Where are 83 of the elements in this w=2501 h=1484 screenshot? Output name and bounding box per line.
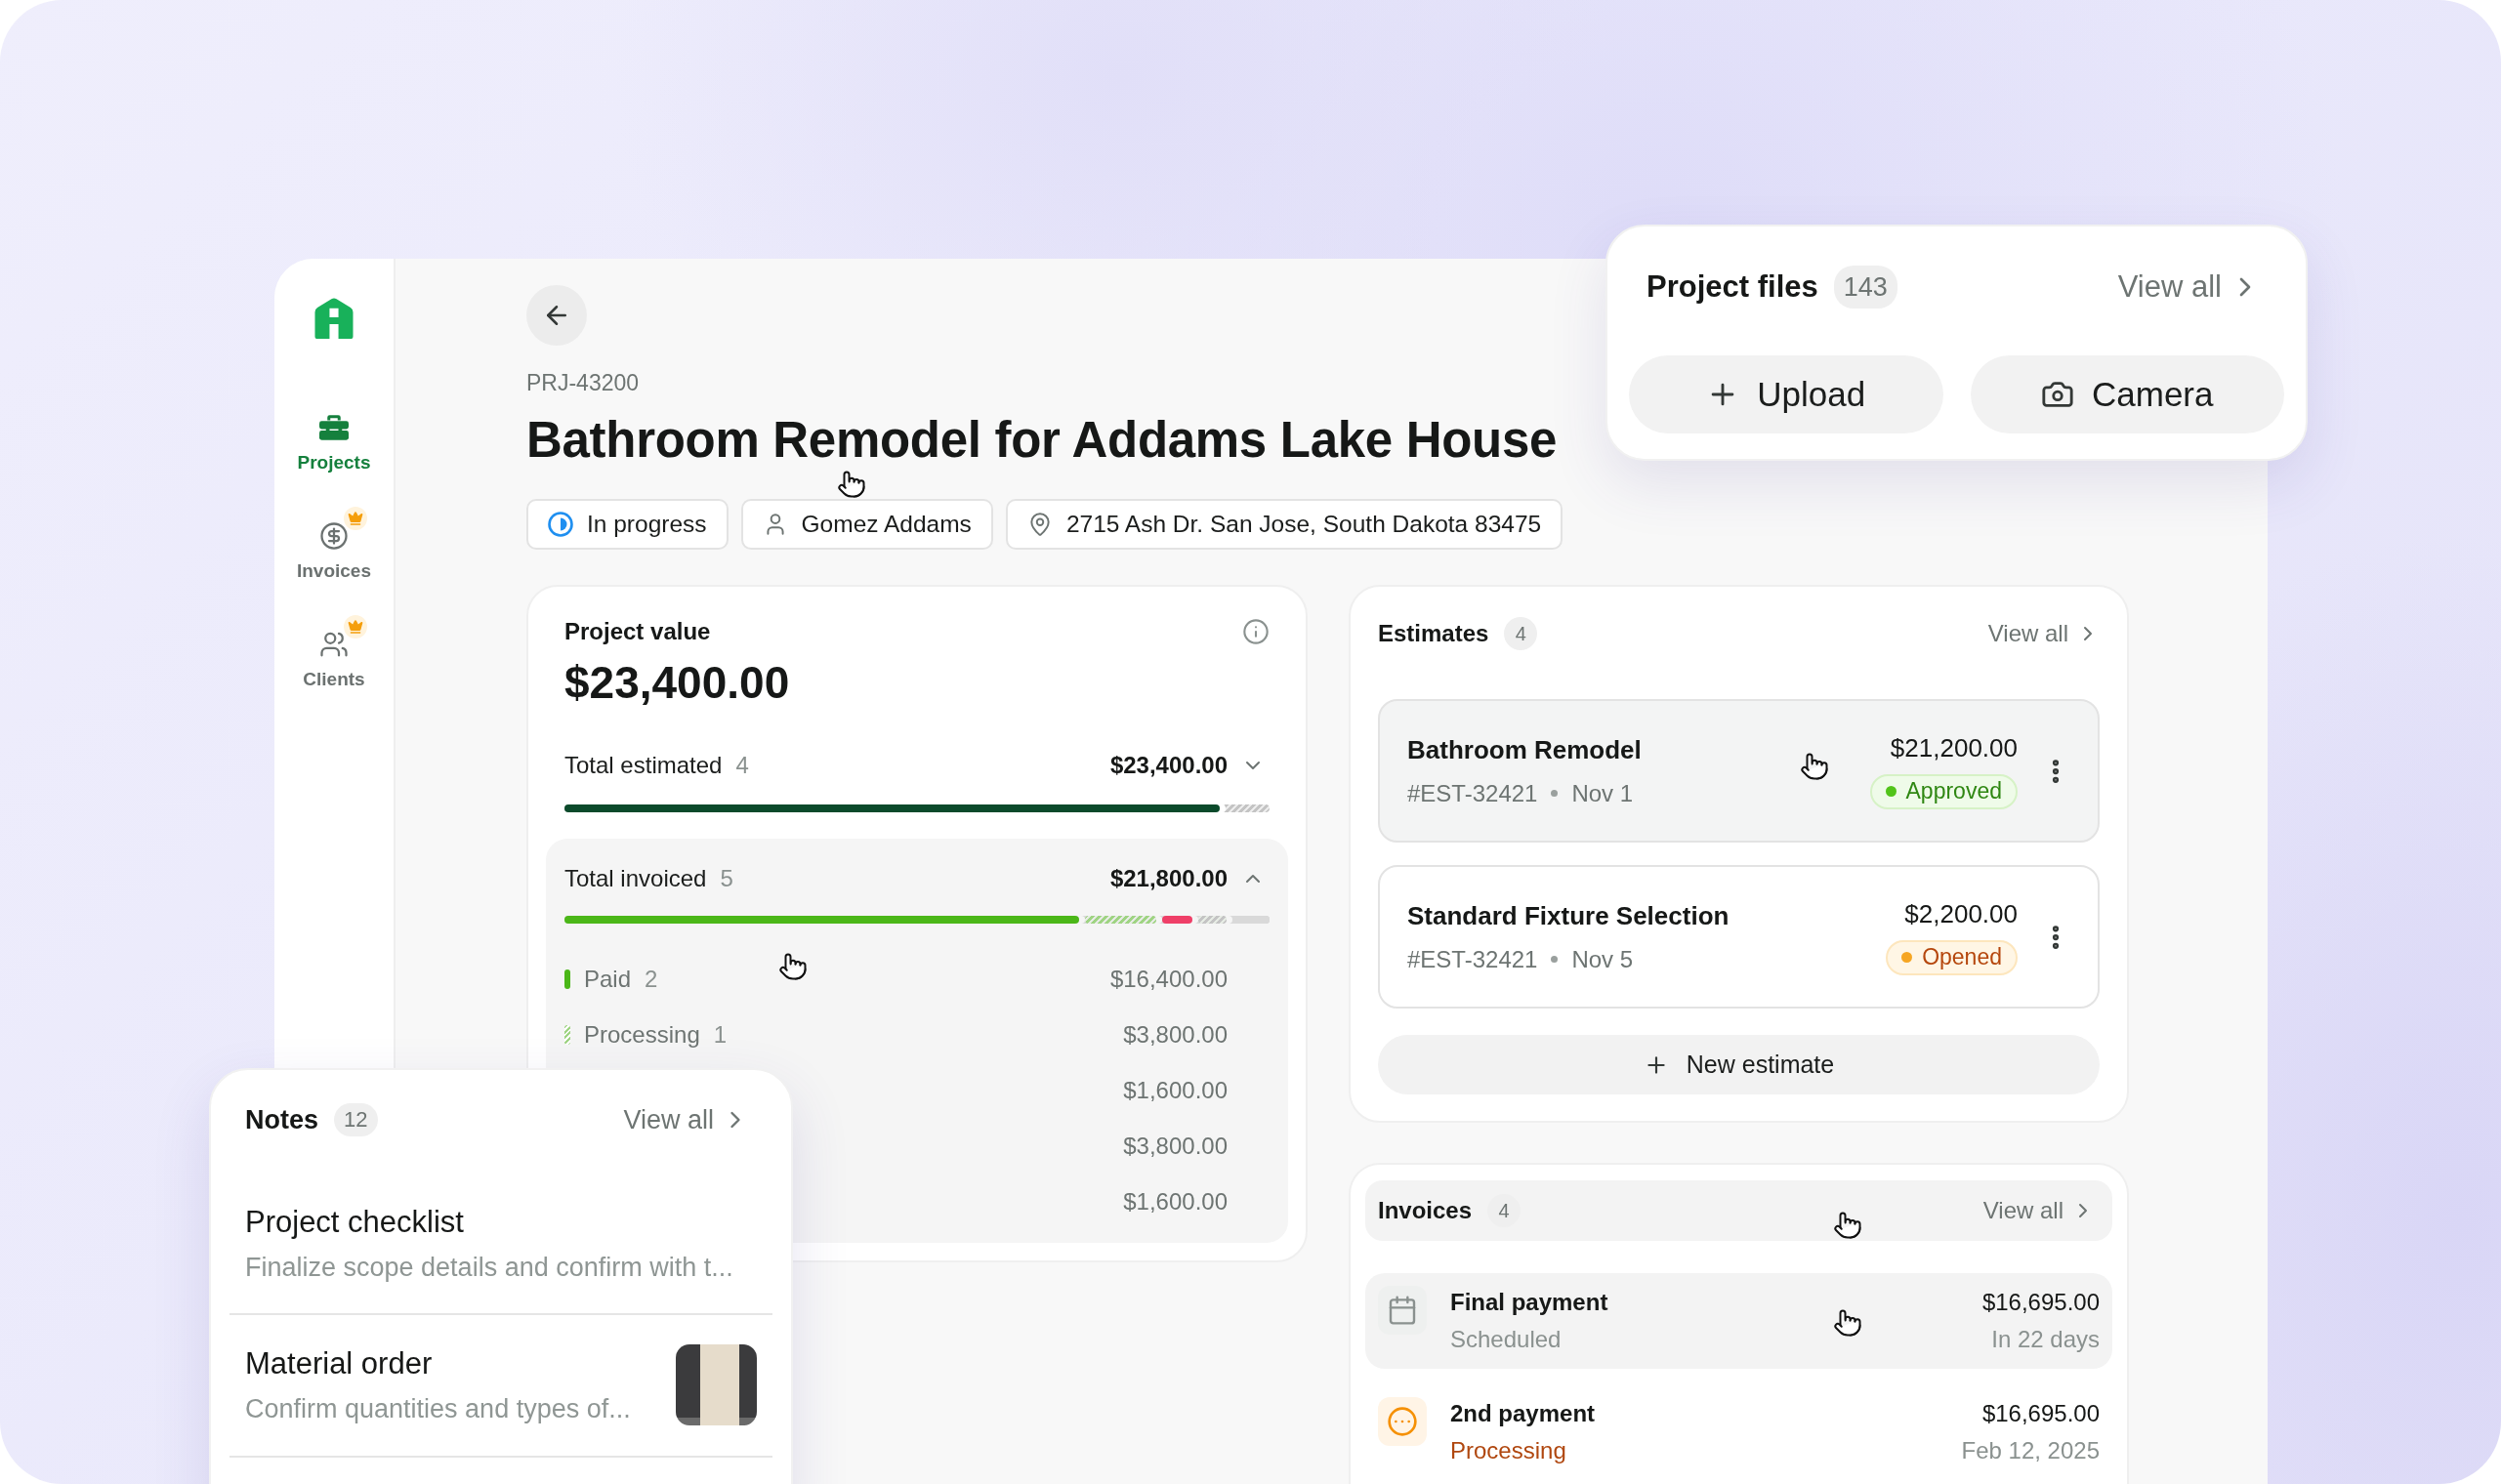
hand-cursor-icon	[1800, 752, 1829, 781]
section-amount: $23,400.00	[1109, 751, 1228, 780]
invoice-amount: $16,695.00	[1981, 1288, 2100, 1317]
estimate-amount: $2,200.00	[1904, 898, 2018, 928]
calendar-icon	[1378, 1286, 1427, 1335]
note-title: Project checklist	[245, 1204, 464, 1241]
invoice-status: Processing	[1450, 1436, 1566, 1465]
note-item[interactable]: Material order Confirm quantities and types of...	[229, 1315, 772, 1458]
note-text: Confirm quantities and types of...	[245, 1393, 631, 1424]
estimate-number: #EST-32421	[1407, 944, 1538, 974]
card-title: Notes	[245, 1105, 318, 1134]
legend-amount: $1,600.00	[1123, 1076, 1228, 1105]
view-all-link[interactable]: View all	[1987, 620, 2100, 647]
legend-amount: $3,800.00	[1123, 1020, 1228, 1050]
legend-amount: $1,600.00	[1123, 1187, 1228, 1216]
legend-label: Paid	[584, 966, 632, 993]
section-label: Total estimated	[564, 751, 723, 780]
hand-cursor-icon	[778, 952, 808, 981]
count-badge: 4	[1487, 1194, 1521, 1227]
estimate-amount: $21,200.00	[1890, 732, 2018, 763]
count-badge: 12	[334, 1103, 378, 1136]
sidebar-item[interactable]: Clients	[295, 615, 373, 690]
invoice-row[interactable]: Final payment Scheduled $16,695.00 In 22 days	[1365, 1273, 2112, 1369]
invoice-date: In 22 days	[1991, 1325, 2100, 1354]
legend-count: 2	[645, 965, 658, 994]
section-count: 5	[720, 864, 733, 893]
dot-separator-icon	[1551, 790, 1559, 797]
toolbox-icon	[319, 413, 349, 442]
note-title: Material order	[245, 1345, 433, 1382]
legend-amount: $16,400.00	[1109, 965, 1228, 994]
view-all-link[interactable]: View all	[623, 1104, 749, 1135]
chip-label: 2715 Ash Dr. San Jose, South Dakota 83475	[1065, 511, 1542, 538]
card-title: Project value	[564, 617, 711, 646]
note-item[interactable]: Project checklist Finalize scope details and confirm with t...	[229, 1175, 772, 1315]
project-id: PRJ-43200	[526, 369, 640, 396]
upload-button[interactable]: Upload	[1629, 355, 1943, 433]
sidebar-item[interactable]: Projects	[289, 398, 379, 474]
house-logo-icon	[313, 298, 354, 339]
half-circle-icon	[548, 512, 573, 537]
status-label: Opened	[1922, 944, 2002, 970]
estimate-date: Nov 5	[1571, 944, 1634, 974]
note-text: Finalize scope details and confirm with t...	[245, 1252, 733, 1283]
new-estimate-button[interactable]: New estimate	[1378, 1035, 2100, 1094]
estimate-name: Bathroom Remodel	[1407, 733, 1642, 765]
status-label: Approved	[1905, 778, 2002, 804]
invoices-header[interactable]: Invoices 4 View all	[1365, 1180, 2112, 1241]
count-badge: 143	[1833, 266, 1897, 309]
people-icon	[319, 630, 349, 659]
invoice-date: Feb 12, 2025	[1961, 1436, 2100, 1465]
estimate-card[interactable]: Bathroom Remodel #EST-32421 Nov 1 $21,200.00 Approved	[1378, 699, 2100, 843]
section-label: Total invoiced	[564, 864, 707, 893]
invoice-amount: $16,695.00	[1981, 1399, 2100, 1428]
invoice-title: 2nd payment	[1450, 1399, 1596, 1428]
status-dot-icon	[1901, 952, 1913, 963]
view-all-link[interactable]: View all	[2117, 269, 2261, 305]
estimate-card[interactable]: Standard Fixture Selection #EST-32421 Nov 5 $2,200.00 Opened	[1378, 865, 2100, 1009]
invoice-status: Scheduled	[1450, 1325, 1562, 1354]
legend-count: 1	[713, 1020, 728, 1050]
status-dot-icon	[1885, 786, 1897, 797]
estimate-number: #EST-32421	[1407, 778, 1538, 808]
hand-cursor-icon	[1833, 1308, 1862, 1338]
dot-separator-icon	[1551, 956, 1559, 963]
camera-button[interactable]: Camera	[1970, 355, 2284, 433]
info-icon[interactable]	[1242, 618, 1270, 645]
sidebar-item[interactable]: Invoices	[288, 507, 379, 582]
chip-label: Gomez Addams	[801, 511, 972, 538]
card-title: Invoices	[1378, 1196, 1473, 1225]
chip-label: In progress	[587, 511, 707, 538]
count-badge: 4	[1504, 617, 1538, 650]
legend-amount: $3,800.00	[1123, 1132, 1228, 1161]
section-count: 4	[735, 751, 749, 780]
legend-label: Processing	[584, 1021, 700, 1049]
hand-cursor-icon	[1833, 1211, 1862, 1240]
invoice-title: Final payment	[1450, 1288, 1608, 1317]
view-all-link[interactable]: View all	[1982, 1197, 2095, 1224]
section-amount: $21,800.00	[1109, 864, 1228, 893]
project-value-amount: $23,400.00	[564, 656, 790, 709]
estimate-date: Nov 1	[1571, 778, 1634, 808]
estimate-name: Standard Fixture Selection	[1407, 899, 1730, 931]
dollar-circle-icon	[319, 521, 349, 551]
project-title: Bathroom Remodel for Addams Lake House	[526, 412, 1558, 469]
card-title: Project files	[1646, 272, 1818, 302]
card-title: Estimates	[1378, 619, 1489, 648]
